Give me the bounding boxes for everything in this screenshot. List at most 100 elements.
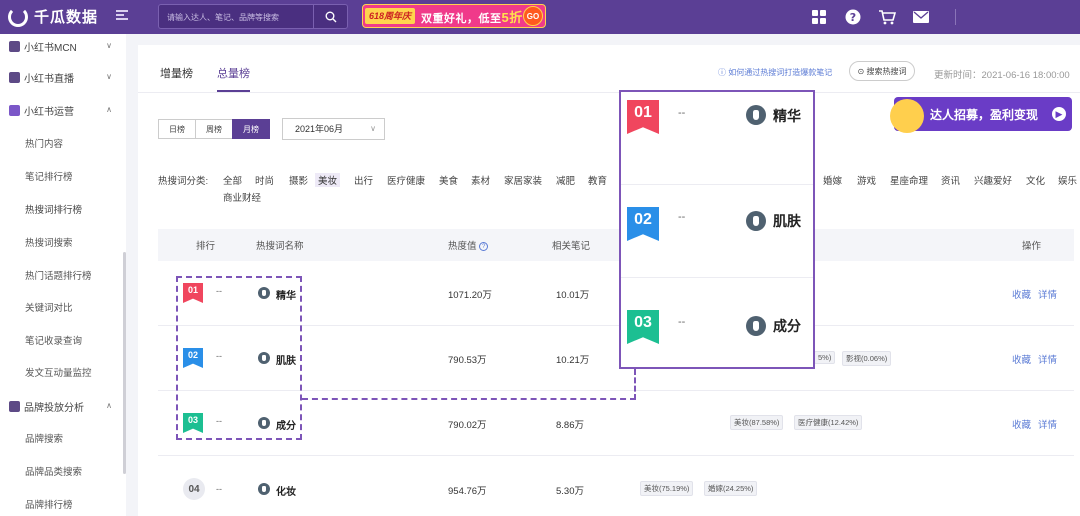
details-link[interactable]: 详情 [1038, 352, 1057, 366]
sidebar-section-label: 品牌投放分析 [24, 402, 84, 414]
sidebar-item-brand-ranking[interactable]: 品牌排行榜 [0, 493, 126, 515]
notes-count: 10.01万 [556, 290, 590, 301]
category-material[interactable]: 素材 [468, 173, 493, 187]
category-fashion[interactable]: 时尚 [252, 173, 277, 187]
sidebar-item-topic-ranking[interactable]: 热门话题排行榜 [0, 264, 126, 286]
rank-badge: 01 [627, 100, 659, 134]
sidebar-section-label: 小红书MCN [24, 42, 77, 54]
highlight-box [176, 276, 302, 440]
sidebar-item-brand-search[interactable]: 品牌搜索 [0, 427, 126, 449]
help-icon[interactable]: ? [479, 241, 489, 251]
search-hot-word-button[interactable]: ⊙ 搜索热搜词 [849, 61, 915, 81]
details-link[interactable]: 详情 [1038, 417, 1057, 431]
category-all[interactable]: 全部 [220, 173, 245, 187]
brand-logo[interactable]: 千瓜数据 [8, 6, 98, 27]
chevron-down-icon: ∨ [106, 72, 112, 81]
global-search [158, 4, 348, 29]
details-link[interactable]: 详情 [1038, 287, 1057, 301]
period-month-button[interactable]: 月榜 [232, 119, 270, 139]
sidebar: 小红书MCN ∨ 小红书直播 ∨ 小红书运营 ∧ 热门内容 笔记排行榜 热搜词排… [0, 34, 126, 516]
sidebar-item-hot-search-query[interactable]: 热搜词搜索 [0, 231, 126, 253]
sidebar-section-ops[interactable]: 小红书运营 ∧ [0, 99, 126, 121]
category-tag: 医疗健康(12.42%) [794, 415, 863, 430]
rank-change: -- [678, 211, 686, 223]
keyword-drop-icon [258, 483, 270, 495]
sidebar-item-note-index[interactable]: 笔记收录查询 [0, 329, 126, 351]
category-diet[interactable]: 减肥 [553, 173, 578, 187]
sidebar-item-brand-category-search[interactable]: 品牌品类搜索 [0, 460, 126, 482]
chevron-up-icon: ∧ [106, 401, 112, 410]
keyword: 精华 [773, 108, 801, 124]
category-entertainment[interactable]: 娱乐 [1055, 173, 1080, 187]
period-week-button[interactable]: 周榜 [195, 119, 233, 139]
promo-go-button[interactable]: GO [523, 6, 543, 26]
category-culture[interactable]: 文化 [1023, 173, 1048, 187]
help-link[interactable]: ⓘ 如何通过热搜词打造爆款笔记 [718, 67, 832, 78]
heat-value: 954.76万 [448, 486, 487, 497]
rank-badge: 04 [183, 478, 205, 500]
recruit-banner[interactable]: 达人招募，盈利变现 ▶ [890, 97, 1072, 133]
category-games[interactable]: 游戏 [854, 173, 879, 187]
apps-grid-icon[interactable] [810, 8, 828, 26]
category-photo[interactable]: 摄影 [286, 173, 311, 187]
svg-text:?: ? [850, 11, 856, 24]
category-hobby[interactable]: 兴趣爱好 [971, 173, 1015, 187]
category-business[interactable]: 商业财经 [220, 190, 264, 204]
category-news[interactable]: 资讯 [938, 173, 963, 187]
column-keyword: 热搜词名称 [256, 241, 304, 252]
category-food[interactable]: 美食 [436, 173, 461, 187]
category-travel[interactable]: 出行 [351, 173, 376, 187]
mail-icon[interactable] [912, 8, 930, 26]
category-health[interactable]: 医疗健康 [384, 173, 428, 187]
column-action: 操作 [1022, 241, 1042, 252]
favorite-link[interactable]: 收藏 [1012, 352, 1031, 366]
rank-change: -- [678, 107, 686, 119]
cart-icon[interactable] [878, 8, 896, 26]
sidebar-item-keyword-compare[interactable]: 关键词对比 [0, 296, 126, 318]
divider [138, 92, 1080, 93]
period-day-button[interactable]: 日榜 [158, 119, 196, 139]
favorite-link[interactable]: 收藏 [1012, 287, 1031, 301]
sidebar-section-live[interactable]: 小红书直播 ∨ [0, 66, 126, 88]
update-time: 更新时间：2021-06-16 18:00:00 [934, 70, 1070, 81]
sidebar-item-hot-content[interactable]: 热门内容 [0, 132, 126, 154]
category-wedding[interactable]: 婚嫁 [820, 173, 845, 187]
notes-count: 5.30万 [556, 486, 584, 497]
tab-total[interactable]: 总量榜 [217, 65, 250, 92]
table-row: 04 -- 化妆 954.76万 5.30万 美妆(75.19%) 婚嫁(24.… [158, 456, 1074, 516]
favorite-link[interactable]: 收藏 [1012, 417, 1031, 431]
month-value: 2021年06月 [295, 124, 344, 134]
sidebar-item-post-monitor[interactable]: 发文互动量监控 [0, 361, 126, 383]
sidebar-item-note-ranking[interactable]: 笔记排行榜 [0, 165, 126, 187]
category-education[interactable]: 教育 [585, 173, 610, 187]
sidebar-section-label: 小红书直播 [24, 73, 74, 85]
rank-change: -- [678, 316, 686, 328]
heat-value: 790.02万 [448, 420, 487, 431]
sidebar-item-hot-search-ranking[interactable]: 热搜词排行榜 [0, 198, 126, 220]
category-beauty[interactable]: 美妆 [315, 173, 341, 187]
category-tag: 美妆(87.58%) [730, 415, 784, 430]
month-select[interactable]: 2021年06月 ∨ [282, 118, 385, 140]
category-horoscope[interactable]: 星座命理 [887, 173, 931, 187]
sidebar-section-label: 小红书运营 [24, 106, 74, 118]
mcn-icon [9, 40, 20, 52]
brand-icon [9, 400, 20, 412]
search-button[interactable] [313, 5, 347, 28]
category-tag: 5%) [814, 351, 836, 364]
global-search-input[interactable] [167, 10, 317, 24]
top-nav-bar: 千瓜数据 618周年庆 双重好礼，低至5折 GO ? [0, 0, 1080, 34]
sidebar-section-mcn[interactable]: 小红书MCN ∨ [0, 35, 126, 57]
category-home[interactable]: 家居家装 [501, 173, 545, 187]
tab-incremental[interactable]: 增量榜 [160, 65, 193, 92]
heat-value: 1071.20万 [448, 290, 492, 301]
sidebar-section-brand[interactable]: 品牌投放分析 ∧ [0, 395, 126, 417]
help-icon[interactable]: ? [844, 8, 862, 26]
keyword: 成分 [773, 318, 801, 334]
search-icon [325, 11, 336, 22]
promo-banner[interactable]: 618周年庆 双重好礼，低至5折 GO [362, 4, 546, 28]
menu-toggle-icon[interactable] [116, 10, 128, 22]
chevron-down-icon: ∨ [106, 41, 112, 50]
zoom-row: 01 -- 精华 [621, 92, 813, 185]
sidebar-scrollbar[interactable] [123, 252, 126, 474]
keyword[interactable]: 化妆 [276, 483, 296, 498]
